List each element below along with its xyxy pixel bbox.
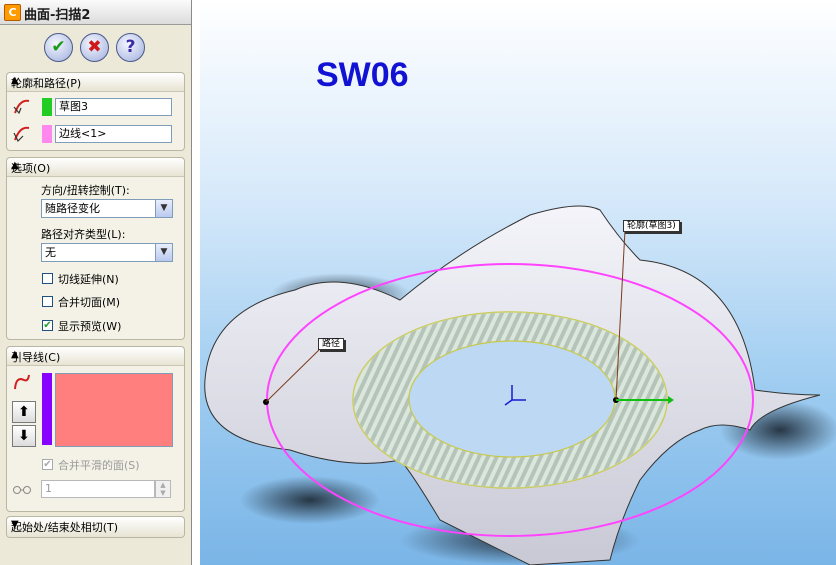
glasses-icon <box>13 486 31 494</box>
show-preview-label: 显示预览(W) <box>58 320 122 333</box>
path-callout: 路径 <box>318 338 345 350</box>
tangent-extend-checkbox[interactable] <box>42 273 53 284</box>
show-preview-checkbox[interactable]: ✔ <box>42 320 53 331</box>
guide-curves-header[interactable]: 引导线(C) ▲ <box>7 347 184 366</box>
cancel-button[interactable]: ✖ <box>80 33 109 62</box>
alignment-value: 无 <box>45 246 56 259</box>
collapse-arrow-icon[interactable]: ▲ <box>11 75 176 86</box>
guide-curves-list[interactable] <box>55 373 173 447</box>
move-down-button[interactable]: ⬇ <box>12 425 36 447</box>
tangent-extend-label: 切线延伸(N) <box>58 273 119 286</box>
alignment-label: 路径对齐类型(L): <box>41 228 126 241</box>
orientation-select[interactable]: 随路径变化 ▼ <box>41 199 173 218</box>
help-button[interactable]: ? <box>116 33 145 62</box>
watermark-title: SW06 <box>316 56 409 94</box>
merge-smooth-faces-checkbox[interactable]: ✔ <box>42 459 53 470</box>
guide-value-field[interactable]: 1 <box>41 480 155 498</box>
guide-curves-group: 引导线(C) ▲ ⬆ ⬇ ✔ 合并平滑的面(S) 1 ▲ ▼ <box>6 346 185 512</box>
path-color-swatch <box>42 125 52 143</box>
guide-color-swatch <box>42 373 52 445</box>
options-header[interactable]: 选项(O) ▲ <box>7 158 184 177</box>
path-icon <box>13 126 30 143</box>
collapse-arrow-icon[interactable]: ▲ <box>11 349 176 360</box>
merge-tangent-label: 合并切面(M) <box>58 296 121 309</box>
tangency-group: 起始处/结束处相切(T) ▼ <box>6 516 185 538</box>
profile-callout: 轮廓(草图3) <box>623 220 680 232</box>
profile-path-header[interactable]: 轮廓和路径(P) ▲ <box>7 73 184 92</box>
sweep-surface-icon: C <box>4 4 21 21</box>
panel-title: 曲面-扫描2 <box>24 8 91 23</box>
panel-title-bar: C 曲面-扫描2 <box>0 0 191 25</box>
collapse-arrow-icon[interactable]: ▲ <box>11 160 176 171</box>
profile-icon <box>13 99 30 115</box>
guide-curve-icon <box>14 374 30 390</box>
value-spinner[interactable]: ▲ ▼ <box>155 480 171 498</box>
path-field[interactable]: 边线<1> <box>55 125 172 143</box>
orientation-label: 方向/扭转控制(T): <box>41 184 130 197</box>
expand-arrow-icon[interactable]: ▼ <box>11 519 176 530</box>
move-up-button[interactable]: ⬆ <box>12 401 36 423</box>
sweep-model-graphic <box>204 205 836 565</box>
profile-path-group: 轮廓和路径(P) ▲ 草图3 边线<1> <box>6 72 185 151</box>
ok-button[interactable]: ✔ <box>44 33 73 62</box>
profile-color-swatch <box>42 98 52 116</box>
chevron-down-icon[interactable]: ▼ <box>155 244 172 261</box>
profile-field[interactable]: 草图3 <box>55 98 172 116</box>
graphics-viewport[interactable]: SW06 路径 轮廓(草图3) <box>200 0 836 565</box>
merge-smooth-faces-label: 合并平滑的面(S) <box>58 459 140 472</box>
orientation-value: 随路径变化 <box>45 202 100 215</box>
tangency-header[interactable]: 起始处/结束处相切(T) ▼ <box>7 517 184 537</box>
options-group: 选项(O) ▲ 方向/扭转控制(T): 随路径变化 ▼ 路径对齐类型(L): 无… <box>6 157 185 340</box>
property-manager-panel: C 曲面-扫描2 ✔ ✖ ? 轮廓和路径(P) ▲ 草图3 边线<1> 选项(O… <box>0 0 192 565</box>
alignment-select[interactable]: 无 ▼ <box>41 243 173 262</box>
merge-tangent-checkbox[interactable] <box>42 296 53 307</box>
chevron-down-icon[interactable]: ▼ <box>155 200 172 217</box>
